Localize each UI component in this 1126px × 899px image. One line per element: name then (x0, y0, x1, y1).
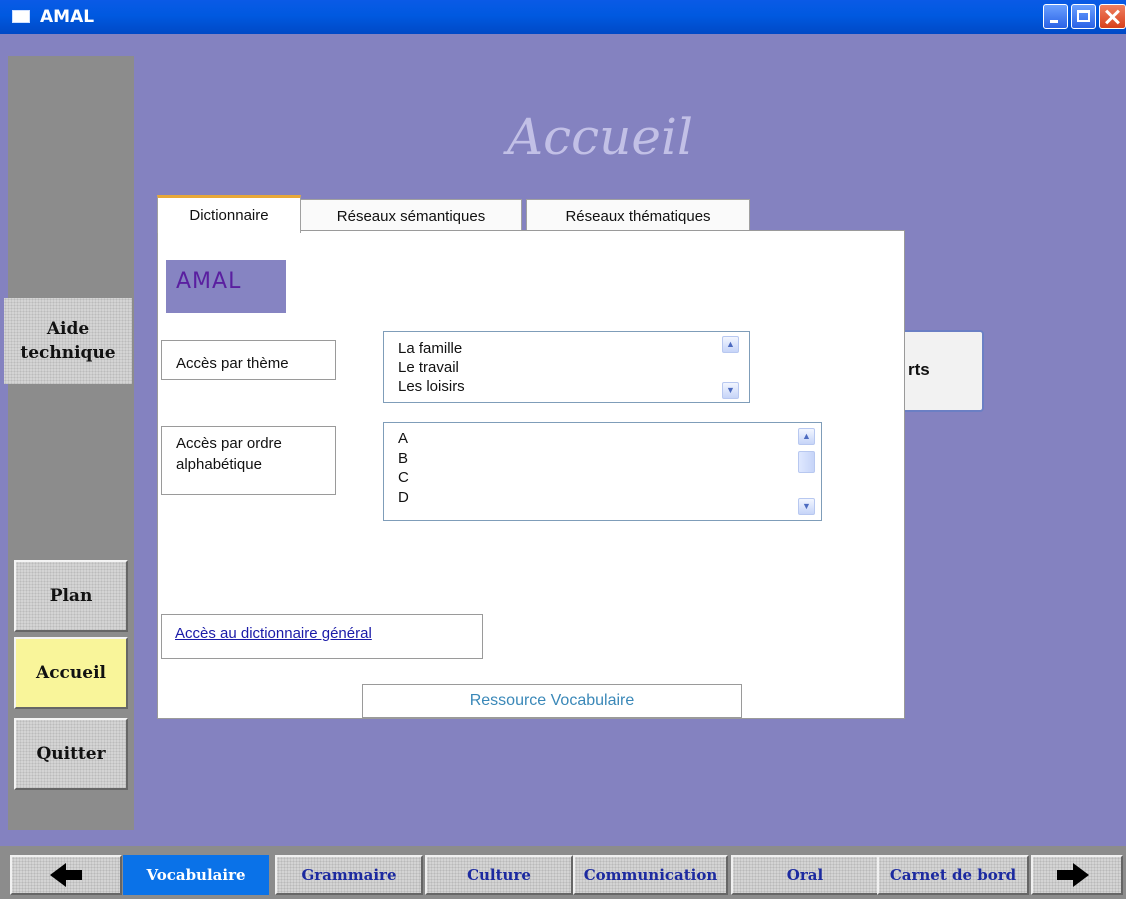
tab-reseaux-semantiques[interactable]: Réseaux sémantiques (300, 199, 522, 233)
minimize-button[interactable] (1043, 4, 1068, 29)
list-item[interactable]: C (398, 468, 821, 488)
left-rail (8, 56, 134, 830)
nav-tab-oral[interactable]: Oral (731, 855, 879, 895)
list-item[interactable]: Le travail (398, 358, 749, 377)
list-item[interactable]: A (398, 429, 821, 449)
window-icon (12, 10, 30, 23)
scroll-down-icon[interactable]: ▼ (722, 382, 739, 399)
aide-label-line1: Aide (46, 319, 90, 339)
scroll-up-icon[interactable]: ▲ (722, 336, 739, 353)
nav-tab-grammaire[interactable]: Grammaire (275, 855, 423, 895)
list-item[interactable]: La famille (398, 339, 749, 358)
aide-label-line2: technique (20, 343, 116, 363)
theme-listbox[interactable]: La famille Le travail Les loisirs ▲ ▼ (383, 331, 750, 403)
next-button[interactable] (1031, 855, 1123, 895)
alpha-label-line2: alphabétique (176, 456, 262, 473)
list-item[interactable]: D (398, 488, 821, 508)
quitter-button[interactable]: Quitter (14, 718, 128, 790)
window-title: AMAL (40, 7, 95, 27)
alpha-listbox[interactable]: A B C D ▲ ▼ (383, 422, 822, 521)
maximize-button[interactable] (1071, 4, 1096, 29)
logo-text: AMAL (176, 269, 242, 294)
arrow-left-icon (50, 863, 82, 887)
title-bar (0, 0, 1126, 34)
list-item[interactable]: B (398, 449, 821, 469)
scroll-up-icon[interactable]: ▲ (798, 428, 815, 445)
aide-technique-label: Aide technique (20, 317, 115, 365)
arrow-right-icon (1057, 863, 1089, 887)
nav-tab-culture[interactable]: Culture (425, 855, 573, 895)
theme-access-label: Accès par thème (161, 340, 336, 380)
accueil-button[interactable]: Accueil (14, 637, 128, 709)
amal-logo: AMAL (166, 260, 286, 313)
scrollbar-thumb[interactable] (798, 451, 815, 473)
tab-reseaux-thematiques[interactable]: Réseaux thématiques (526, 199, 750, 233)
alpha-label-line1: Accès par ordre (176, 435, 282, 452)
tab-dictionnaire[interactable]: Dictionnaire (157, 195, 301, 233)
scroll-down-icon[interactable]: ▼ (798, 498, 815, 515)
alpha-access-label: Accès par ordre alphabétique (161, 426, 336, 495)
nav-tab-vocabulaire[interactable]: Vocabulaire (123, 855, 269, 895)
nav-tab-carnet-de-bord[interactable]: Carnet de bord (877, 855, 1029, 895)
list-item[interactable]: Les loisirs (398, 377, 749, 396)
plan-button[interactable]: Plan (14, 560, 128, 632)
prev-button[interactable] (10, 855, 122, 895)
page-title: Accueil (507, 108, 693, 166)
ressource-vocabulaire-label: Ressource Vocabulaire (362, 684, 742, 718)
aide-technique-button[interactable]: Aide technique (4, 298, 132, 384)
close-button[interactable] (1099, 4, 1126, 29)
nav-tab-communication[interactable]: Communication (573, 855, 728, 895)
general-dictionary-link[interactable]: Accès au dictionnaire général (175, 625, 372, 642)
